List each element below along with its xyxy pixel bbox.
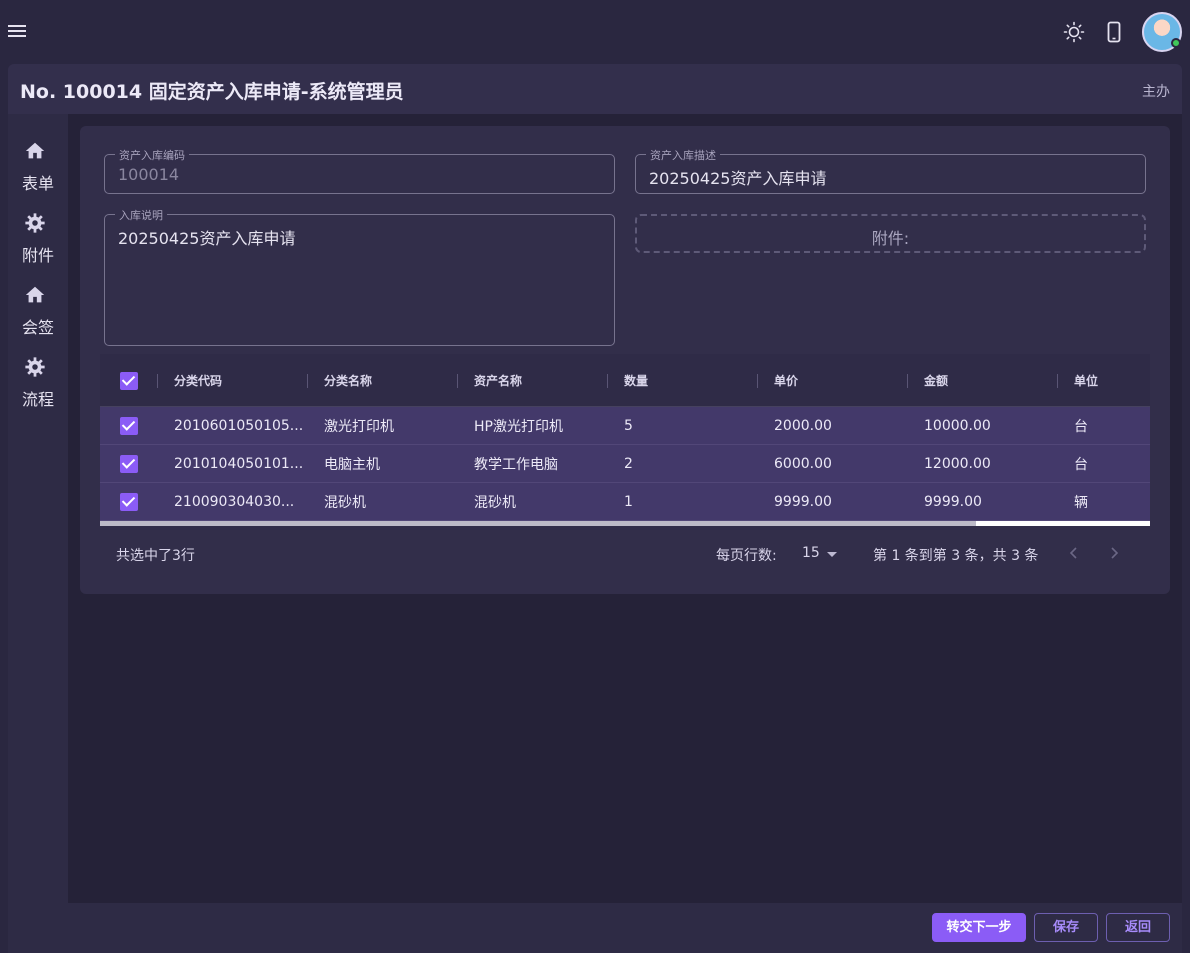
table-header: 分类代码 分类名称 资产名称 数量 单价 金额 单位 (100, 354, 1150, 407)
asset-code-field[interactable]: 资产入库编码 100014 (104, 147, 615, 194)
column-header[interactable]: 资产名称 (474, 354, 604, 406)
save-button[interactable]: 保存 (1034, 913, 1098, 942)
side-tabs: 表单 附件 会签 流程 (8, 114, 68, 903)
select-all-checkbox[interactable] (120, 372, 138, 390)
chevron-left-icon (1069, 547, 1077, 559)
gear-icon (24, 356, 46, 378)
cell-category-name: 激光打印机 (324, 418, 394, 435)
cell-amount: 10000.00 (924, 417, 991, 434)
tab-label: 表单 (21, 174, 54, 193)
page-title: No. 100014 固定资产入库申请-系统管理员 (20, 81, 404, 103)
scrollbar-thumb[interactable] (100, 521, 976, 526)
column-separator (757, 374, 758, 388)
app-bar (0, 0, 1190, 64)
tab-workflow[interactable]: 流程 (8, 356, 68, 420)
column-separator (1057, 374, 1058, 388)
cell-asset-name: HP激光打印机 (474, 418, 563, 435)
cell-unit: 台 (1074, 456, 1088, 473)
pagination-range: 第 1 条到第 3 条，共 3 条 (873, 548, 1039, 564)
content-area: 资产入库编码 100014 资产入库描述 20250425资产入库申请 入库说明… (68, 114, 1182, 903)
cell-unit-price: 2000.00 (774, 417, 832, 434)
avatar[interactable] (1142, 12, 1182, 52)
column-header[interactable]: 分类代码 (174, 354, 304, 406)
home-icon (24, 140, 46, 162)
menu-icon[interactable] (6, 22, 28, 42)
column-header[interactable]: 单价 (774, 354, 904, 406)
storage-note-field[interactable]: 入库说明 20250425资产入库申请 (104, 207, 615, 346)
cell-unit: 台 (1074, 418, 1088, 435)
row-checkbox[interactable] (120, 455, 138, 473)
cell-category-code: 2010104050101... (174, 455, 304, 472)
tab-form[interactable]: 表单 (8, 140, 68, 204)
column-separator (607, 374, 608, 388)
field-label: 入库说明 (115, 207, 167, 223)
brightness-icon[interactable] (1062, 20, 1086, 44)
action-bar: 转交下一步 保存 返回 (8, 903, 1182, 953)
field-value: 100014 (118, 165, 180, 184)
cell-quantity: 1 (624, 493, 633, 510)
cell-asset-name: 教学工作电脑 (474, 456, 558, 473)
cell-category-name: 电脑主机 (324, 456, 380, 473)
asset-desc-field[interactable]: 资产入库描述 20250425资产入库申请 (635, 147, 1146, 194)
rows-per-page-select[interactable]: 15 (802, 542, 842, 566)
column-header[interactable]: 数量 (624, 354, 754, 406)
selected-count: 共选中了3行 (116, 548, 195, 564)
chevron-right-icon (1111, 547, 1119, 559)
column-separator (457, 374, 458, 388)
table-row[interactable]: 2010104050101... 电脑主机 教学工作电脑 2 6000.00 1… (100, 445, 1150, 483)
tab-label: 会签 (21, 318, 54, 337)
rows-per-page-value: 15 (802, 545, 820, 561)
home-icon (24, 284, 46, 306)
cell-asset-name: 混砂机 (474, 494, 516, 511)
tab-countersign[interactable]: 会签 (8, 284, 68, 348)
field-label: 资产入库描述 (646, 147, 720, 163)
rows-per-page-label: 每页行数: (716, 548, 777, 564)
page-container: No. 100014 固定资产入库申请-系统管理员 主办 表单 附件 会签 流程… (8, 64, 1182, 953)
cell-unit-price: 9999.00 (774, 493, 832, 510)
next-page-button[interactable] (1104, 543, 1124, 563)
column-header[interactable]: 单位 (1074, 354, 1144, 406)
form-card: 资产入库编码 100014 资产入库描述 20250425资产入库申请 入库说明… (80, 126, 1170, 594)
page-header: No. 100014 固定资产入库申请-系统管理员 主办 (8, 64, 1182, 114)
column-separator (157, 374, 158, 388)
cell-amount: 12000.00 (924, 455, 991, 472)
tab-label: 流程 (21, 390, 54, 409)
column-separator (307, 374, 308, 388)
cell-category-code: 2010601050105... (174, 417, 304, 434)
mobile-icon[interactable] (1102, 20, 1126, 44)
cell-category-name: 混砂机 (324, 494, 366, 511)
attachment-dropzone[interactable]: 附件: (635, 214, 1146, 253)
field-value: 20250425资产入库申请 (649, 169, 827, 188)
role-label: 主办 (1142, 84, 1170, 100)
attachment-label: 附件: (871, 229, 910, 248)
tab-label: 附件 (21, 246, 54, 265)
cell-amount: 9999.00 (924, 493, 982, 510)
table-row[interactable]: 2010601050105... 激光打印机 HP激光打印机 5 2000.00… (100, 407, 1150, 445)
column-header[interactable]: 金额 (924, 354, 1054, 406)
tab-attachments[interactable]: 附件 (8, 212, 68, 276)
submit-next-button[interactable]: 转交下一步 (932, 913, 1026, 942)
back-button[interactable]: 返回 (1106, 913, 1170, 942)
gear-icon (24, 212, 46, 234)
cell-quantity: 5 (624, 417, 633, 434)
table-row[interactable]: 210090304030... 混砂机 混砂机 1 9999.00 9999.0… (100, 483, 1150, 521)
cell-category-code: 210090304030... (174, 493, 295, 510)
chevron-down-icon (827, 552, 837, 557)
prev-page-button[interactable] (1064, 543, 1084, 563)
row-checkbox[interactable] (120, 417, 138, 435)
cell-unit-price: 6000.00 (774, 455, 832, 472)
column-separator (907, 374, 908, 388)
horizontal-scrollbar[interactable] (100, 521, 1150, 526)
online-status-dot (1171, 38, 1181, 48)
field-label: 资产入库编码 (115, 147, 189, 163)
cell-unit: 辆 (1074, 494, 1088, 511)
cell-quantity: 2 (624, 455, 633, 472)
table-footer: 共选中了3行 每页行数: 15 第 1 条到第 3 条，共 3 条 (100, 529, 1150, 579)
field-value: 20250425资产入库申请 (118, 229, 296, 248)
row-checkbox[interactable] (120, 493, 138, 511)
column-header[interactable]: 分类名称 (324, 354, 454, 406)
